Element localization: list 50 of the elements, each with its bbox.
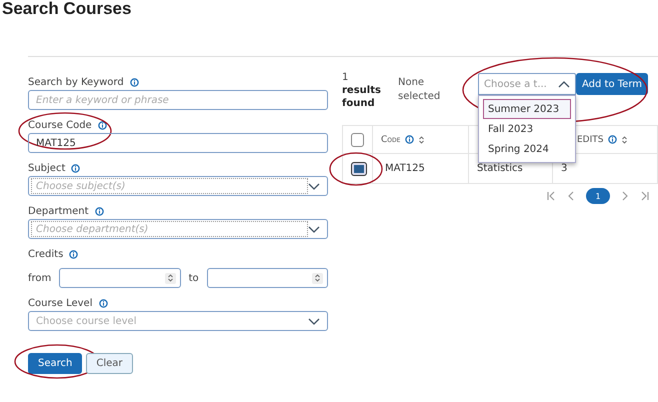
add-to-term-button[interactable]: Add to Term — [576, 73, 648, 95]
from-label: from — [28, 272, 52, 284]
page-title: Search Courses — [1, 0, 132, 18]
previous-page-icon[interactable] — [566, 191, 576, 201]
info-icon[interactable] — [71, 164, 80, 173]
info-icon[interactable] — [94, 207, 104, 216]
info-icon[interactable] — [608, 135, 618, 144]
info-icon[interactable] — [69, 250, 78, 259]
table-cell: 3 — [561, 163, 568, 174]
sort-icon[interactable] — [314, 274, 320, 282]
select-all-checkbox[interactable] — [351, 132, 364, 146]
term-select[interactable]: Choose a t... — [478, 73, 576, 95]
info-icon[interactable] — [98, 299, 108, 308]
first-page-icon[interactable] — [546, 191, 556, 201]
field-label: Course Level — [28, 298, 92, 309]
row-checkbox[interactable] — [351, 162, 367, 176]
table-cell: MAT125 — [385, 163, 425, 174]
chevron-icon — [308, 226, 320, 232]
sort-icon[interactable] — [168, 274, 173, 282]
result-count: 1 — [342, 71, 350, 84]
last-page-icon[interactable] — [640, 191, 650, 201]
sort-icon[interactable] — [622, 136, 628, 144]
field-label: Subject — [28, 163, 66, 174]
chevron-icon — [308, 318, 320, 324]
selection-status: None selected — [398, 76, 442, 104]
course-code-field[interactable]: MAT125 — [28, 133, 328, 153]
info-icon[interactable] — [405, 135, 414, 144]
term-option[interactable]: Fall 2023 — [483, 119, 571, 139]
info-icon[interactable] — [98, 121, 107, 130]
column-header[interactable]: Code — [381, 134, 400, 144]
to-label: to — [188, 272, 199, 284]
clear-button[interactable]: Clear — [86, 353, 133, 374]
field-label: Search by Keyword — [28, 77, 124, 88]
term-option[interactable]: Summer 2023 — [483, 99, 571, 119]
field-label: Credits — [28, 249, 64, 260]
sort-icon[interactable] — [419, 136, 424, 144]
credits-from-field[interactable] — [59, 268, 181, 288]
field-label: Course Code — [28, 120, 92, 131]
info-icon[interactable] — [130, 78, 139, 87]
column-header[interactable]: EDITS — [577, 134, 604, 144]
page-button[interactable]: 1 — [586, 188, 610, 204]
term-option[interactable]: Spring 2024 — [483, 139, 571, 159]
table-cell: Statistics — [477, 163, 523, 174]
chevron-icon — [308, 182, 320, 190]
field-label: Department — [28, 206, 89, 217]
chevron-icon — [558, 80, 570, 88]
search-button[interactable]: Search — [28, 353, 82, 374]
results-label: results found — [342, 84, 382, 110]
next-page-icon[interactable] — [620, 191, 630, 201]
credits-to-field[interactable] — [206, 268, 328, 288]
